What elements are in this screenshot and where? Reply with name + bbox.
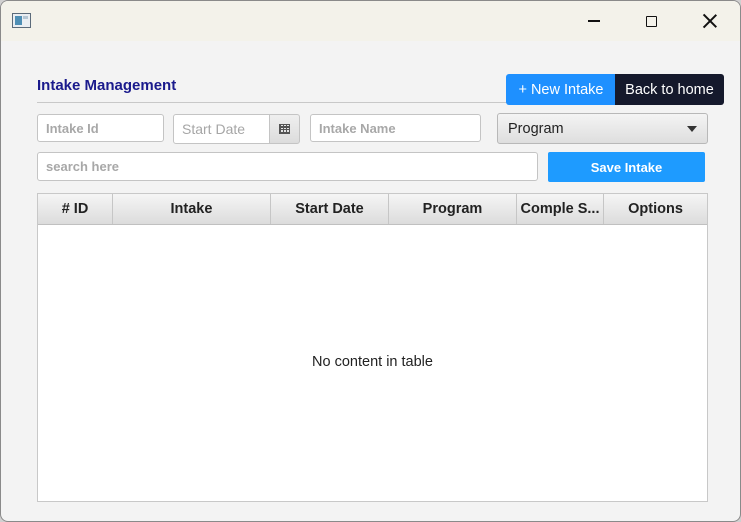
close-button[interactable] (687, 1, 733, 41)
chevron-down-icon (687, 126, 697, 132)
search-input[interactable]: search here (37, 152, 538, 181)
start-date-field[interactable]: Start Date (173, 114, 270, 144)
program-select-value: Program (508, 120, 564, 137)
column-header-start-date[interactable]: Start Date (271, 194, 389, 224)
maximize-button[interactable] (628, 1, 674, 41)
back-to-home-button[interactable]: Back to home (615, 74, 724, 105)
column-header-id[interactable]: # ID (38, 194, 113, 224)
empty-table-message: No content in table (312, 354, 433, 370)
intake-id-field[interactable]: Intake Id (37, 114, 164, 142)
page-title: Intake Management (37, 77, 177, 94)
app-window: Intake Management + New Intake Back to h… (0, 0, 741, 522)
intake-name-field[interactable]: Intake Name (310, 114, 481, 142)
column-header-program[interactable]: Program (389, 194, 517, 224)
close-icon (703, 14, 717, 28)
app-icon (12, 13, 31, 28)
save-intake-button[interactable]: Save Intake (548, 152, 705, 182)
minimize-icon (588, 20, 600, 22)
column-header-options[interactable]: Options (604, 194, 707, 224)
program-select[interactable]: Program (497, 113, 708, 144)
title-bar[interactable] (1, 1, 740, 41)
table-header: # ID Intake Start Date Program Comple S.… (38, 194, 707, 225)
calendar-icon (279, 124, 290, 134)
minimize-button[interactable] (571, 1, 617, 41)
maximize-icon (645, 15, 657, 27)
column-header-complete-status[interactable]: Comple S... (517, 194, 604, 224)
column-header-intake[interactable]: Intake (113, 194, 271, 224)
intake-table[interactable]: # ID Intake Start Date Program Comple S.… (37, 193, 708, 502)
new-intake-button[interactable]: + New Intake (506, 74, 616, 105)
date-picker-button[interactable] (269, 114, 300, 144)
title-divider (37, 102, 507, 103)
